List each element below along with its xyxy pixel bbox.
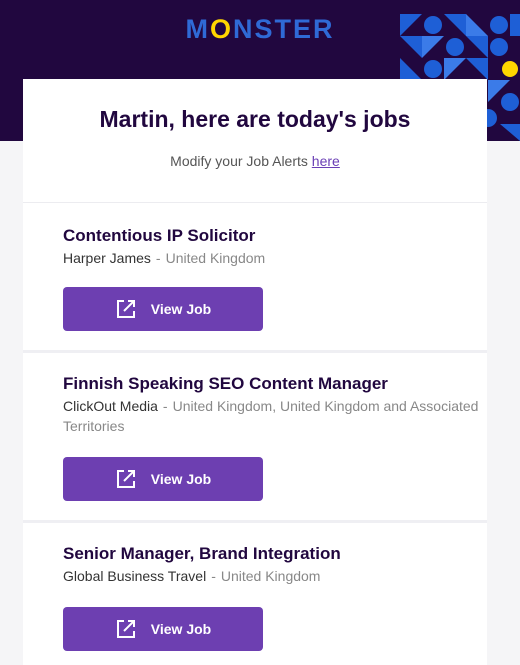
page-title: Martin, here are today's jobs [99, 106, 411, 132]
job-company: ClickOut Media [63, 398, 158, 414]
job-separator: - [211, 568, 216, 584]
job-separator: - [162, 398, 168, 414]
external-link-icon [116, 620, 135, 638]
view-job-button[interactable]: View Job [63, 607, 263, 651]
job-title[interactable]: Contentious IP Solicitor [63, 225, 487, 247]
job-company: Global Business Travel [63, 568, 207, 584]
divider [23, 202, 487, 203]
job-item: Senior Manager, Brand Integration Global… [63, 543, 487, 586]
jobs-card: Martin, here are today's jobs Modify you… [23, 79, 487, 665]
view-job-button[interactable]: View Job [63, 287, 263, 331]
external-link-icon [116, 300, 135, 318]
job-alerts-link[interactable]: here [312, 153, 340, 169]
job-meta: Global Business Travel - United Kingdom [63, 566, 487, 586]
divider [23, 350, 487, 353]
job-separator: - [155, 250, 161, 266]
view-job-label: View Job [150, 471, 212, 487]
job-location: United Kingdom [220, 568, 321, 584]
view-job-button[interactable]: View Job [63, 457, 263, 501]
external-link-icon [116, 470, 135, 488]
view-job-label: View Job [150, 621, 212, 637]
job-item: Contentious IP Solicitor Harper James - Un… [63, 225, 487, 268]
job-meta: Harper James - United Kingdom [63, 248, 487, 268]
job-meta: ClickOut Media - United Kingdom, United Ki… [63, 396, 487, 436]
job-company: Harper James [63, 250, 151, 266]
job-title[interactable]: Finnish Speaking SEO Content Manager [63, 373, 487, 395]
job-item: Finnish Speaking SEO Content Manager Cli… [63, 373, 487, 436]
divider [23, 520, 487, 523]
job-title[interactable]: Senior Manager, Brand Integration [63, 543, 487, 565]
job-alerts-text: Modify your Job Alerts here [170, 153, 340, 169]
job-location: United Kingdom [165, 250, 266, 266]
view-job-label: View Job [150, 301, 212, 317]
